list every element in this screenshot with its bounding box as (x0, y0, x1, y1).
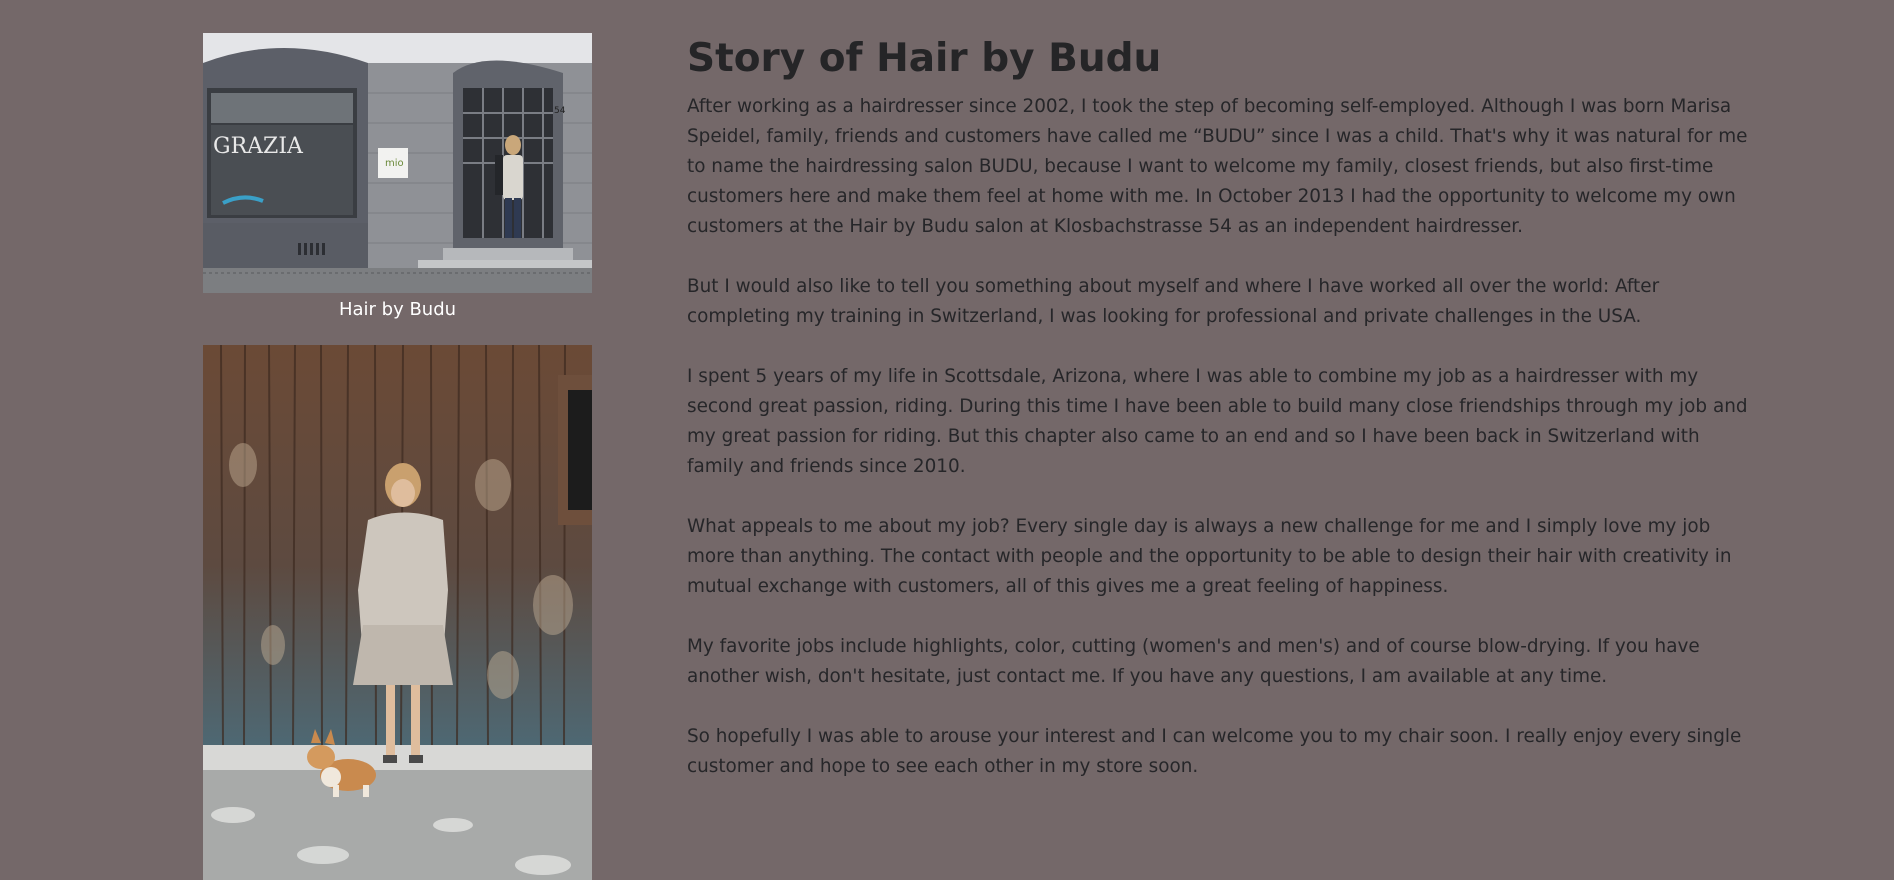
story-title: Story of Hair by Budu (687, 36, 1162, 81)
story-paragraph-2: But I would also like to tell you someth… (687, 276, 1660, 327)
photo-gallery: GRAZIA mio 54 Hair by Budu (203, 33, 592, 880)
story-paragraph-5: My favorite jobs include highlights, col… (687, 636, 1700, 687)
story-section: Story of Hair by Budu After working as a… (687, 34, 1757, 812)
portrait-photo (203, 345, 592, 880)
story-paragraph-3: I spent 5 years of my life in Scottsdale… (687, 366, 1748, 477)
door-number-text: 54 (554, 106, 566, 116)
plaque-text: mio (385, 158, 404, 169)
portrait-image (203, 345, 592, 880)
salon-photo-caption: Hair by Budu (338, 299, 457, 320)
salon-storefront-image: GRAZIA mio 54 (203, 33, 592, 293)
story-paragraph-1: After working as a hairdresser since 200… (687, 96, 1748, 237)
salon-storefront-photo: GRAZIA mio 54 (203, 33, 592, 293)
story-paragraph-6: So hopefully I was able to arouse your i… (687, 726, 1742, 777)
page: GRAZIA mio 54 Hair by Budu Story of Hair… (0, 0, 1894, 880)
story-paragraph-4: What appeals to me about my job? Every s… (687, 516, 1732, 597)
window-sign-text: GRAZIA (213, 134, 304, 159)
